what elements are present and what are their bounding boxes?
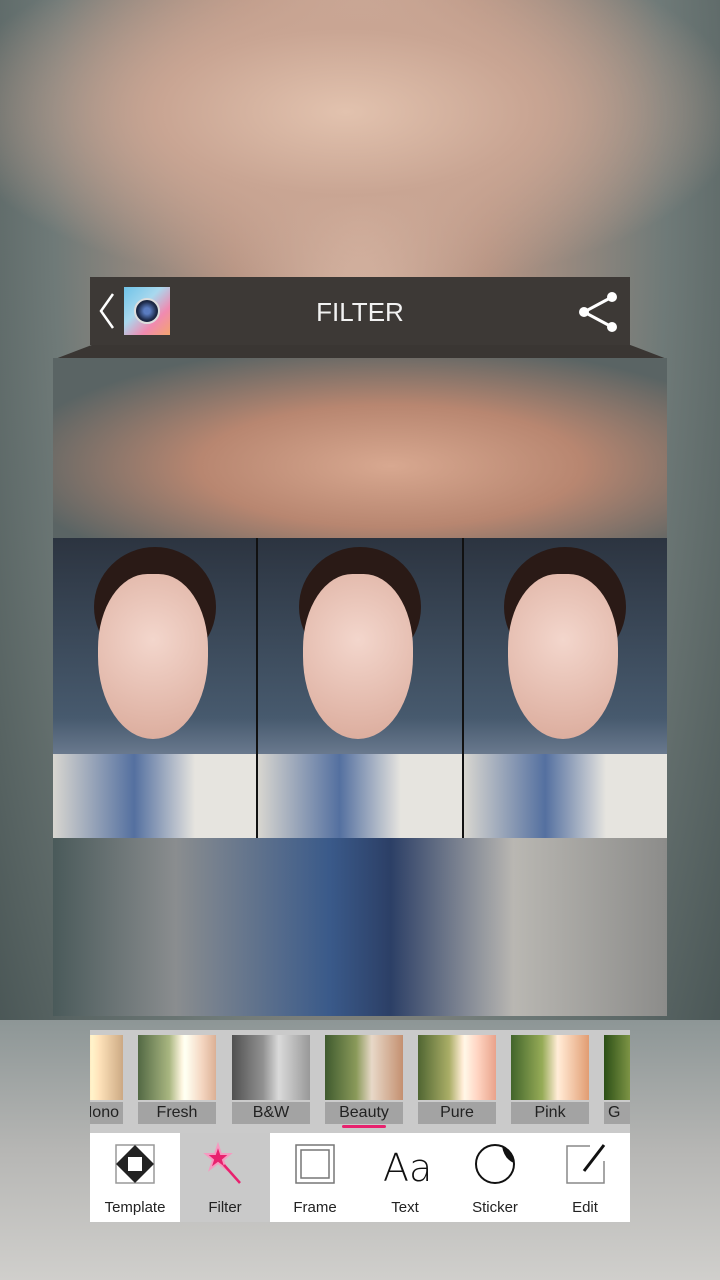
filter-strip[interactable]: Mono Fresh B&W Beauty Pure Pink G [90, 1030, 630, 1133]
photo-panel[interactable] [258, 538, 462, 838]
share-icon [579, 292, 617, 332]
template-icon [115, 1144, 155, 1184]
svg-text:Aa: Aa [383, 1146, 428, 1187]
filter-thumb-g[interactable]: G [604, 1035, 630, 1127]
magic-wand-icon [203, 1141, 241, 1184]
filter-thumb-pink[interactable]: Pink [511, 1035, 589, 1127]
page-title: FILTER [316, 297, 404, 327]
back-button[interactable] [90, 277, 124, 345]
filter-thumb-pure[interactable]: Pure [418, 1035, 496, 1127]
chevron-left-icon [99, 293, 115, 329]
photo-strip [53, 538, 667, 838]
tool-edit[interactable]: Edit [540, 1133, 630, 1222]
edit-icon [566, 1144, 606, 1184]
tool-frame[interactable]: Frame [270, 1133, 360, 1222]
tool-filter[interactable]: Filter [180, 1133, 270, 1222]
text-icon: Aa [383, 1146, 428, 1187]
filter-thumb-mono[interactable]: Mono [90, 1035, 123, 1127]
header-bar: FILTER [90, 277, 630, 345]
blurred-background-top [0, 0, 720, 280]
filter-thumb-bw[interactable]: B&W [232, 1035, 310, 1127]
tool-template[interactable]: Template [90, 1133, 180, 1222]
blurred-photo-top [53, 358, 667, 538]
tool-text[interactable]: Aa Text [360, 1133, 450, 1222]
photo-panel[interactable] [53, 538, 257, 838]
tool-sticker[interactable]: Sticker [450, 1133, 540, 1222]
photo-panel[interactable] [463, 538, 667, 838]
photo-canvas[interactable] [53, 358, 667, 1016]
sticker-icon [475, 1144, 515, 1184]
frame-icon [295, 1144, 335, 1184]
blurred-photo-bottom [53, 838, 667, 1016]
selected-filter-indicator [342, 1125, 386, 1128]
camera-logo-icon[interactable] [124, 287, 170, 335]
filter-thumb-beauty[interactable]: Beauty [325, 1035, 403, 1127]
share-button[interactable] [576, 291, 620, 338]
filter-thumb-fresh[interactable]: Fresh [138, 1035, 216, 1127]
bottom-toolbar: Template Filter Frame Aa Text Sticker Ed… [90, 1133, 630, 1222]
header-shadow [55, 345, 667, 359]
